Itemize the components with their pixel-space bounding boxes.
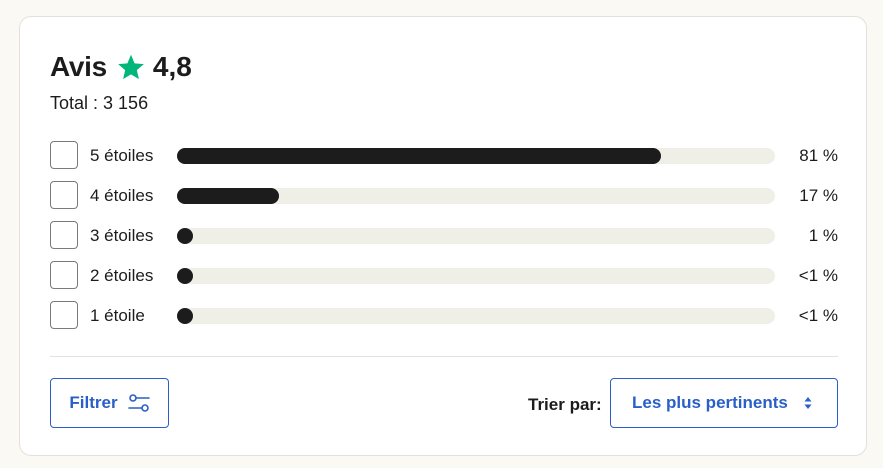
total-value: 3 156 <box>103 93 149 113</box>
rating-checkbox[interactable] <box>50 261 78 289</box>
rating-row[interactable]: 1 étoile <1 % <box>50 301 838 331</box>
rating-bar-track <box>177 188 775 204</box>
rating-label: 2 étoiles <box>90 266 154 285</box>
star-icon <box>117 53 145 81</box>
rating-label: 1 étoile <box>90 306 145 325</box>
total-label: Total : <box>50 93 99 113</box>
rating-bar-fill <box>177 268 193 284</box>
sort-select-value: Les plus pertinents <box>632 393 788 412</box>
total-count: Total : 3 156 <box>50 93 148 114</box>
reviews-title: Avis <box>50 51 107 82</box>
rating-bar-fill <box>177 188 279 204</box>
rating-label: 3 étoiles <box>90 226 154 245</box>
sliders-icon <box>127 393 150 413</box>
rating-percent: <1 % <box>798 306 838 325</box>
filter-button-label: Filtrer <box>69 393 118 412</box>
rating-checkbox[interactable] <box>50 221 78 249</box>
rating-checkbox[interactable] <box>50 301 78 329</box>
average-rating: 4,8 <box>152 51 192 82</box>
rating-percent: 81 % <box>799 146 838 165</box>
rating-bar-track <box>177 148 775 164</box>
rating-row[interactable]: 4 étoiles 17 % <box>50 181 838 211</box>
rating-bar-fill <box>177 308 193 324</box>
reviews-card: Avis 4,8 Total : 3 156 5 étoiles 81 % 4 … <box>19 16 867 456</box>
rating-bar-fill <box>177 148 662 164</box>
rating-percent: 17 % <box>799 186 838 205</box>
rating-bar-track <box>177 268 775 284</box>
rating-label: 5 étoiles <box>90 146 154 165</box>
rating-checkbox[interactable] <box>50 141 78 169</box>
sort-arrows-icon <box>803 396 813 410</box>
rating-bar-fill <box>177 228 193 244</box>
rating-distribution: 5 étoiles 81 % 4 étoiles 17 % 3 étoiles … <box>50 141 838 341</box>
rating-row[interactable]: 5 étoiles 81 % <box>50 141 838 171</box>
rating-bar-track <box>177 228 775 244</box>
sort-select[interactable]: Les plus pertinents <box>610 378 838 428</box>
filter-button[interactable]: Filtrer <box>50 378 169 428</box>
rating-percent: <1 % <box>798 266 838 285</box>
reviews-header: Avis 4,8 <box>50 49 192 85</box>
rating-checkbox[interactable] <box>50 181 78 209</box>
rating-bar-track <box>177 308 775 324</box>
rating-row[interactable]: 3 étoiles 1 % <box>50 221 838 251</box>
rating-row[interactable]: 2 étoiles <1 % <box>50 261 838 291</box>
divider <box>50 356 838 357</box>
rating-label: 4 étoiles <box>90 186 154 205</box>
rating-percent: 1 % <box>808 226 838 245</box>
sort-label: Trier par: <box>528 395 602 414</box>
